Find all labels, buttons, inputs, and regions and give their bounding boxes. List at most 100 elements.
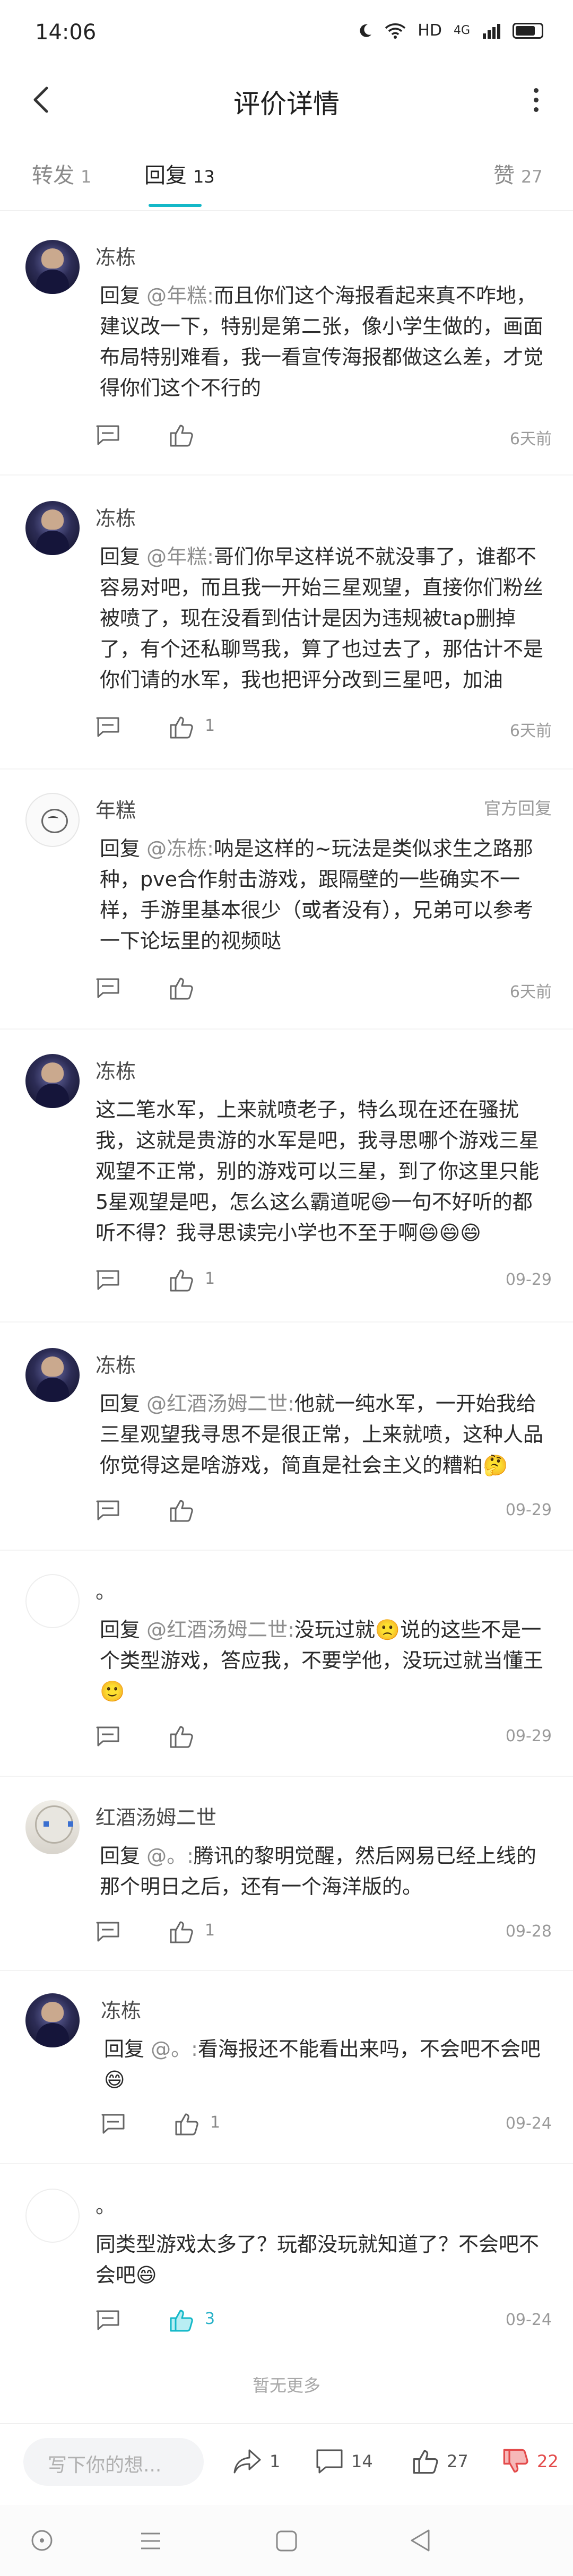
like-count: 1 [205, 716, 215, 735]
avatar[interactable] [25, 240, 80, 294]
username[interactable]: 冻栋 [96, 1055, 136, 1084]
divider [0, 1028, 573, 1030]
tab-bar: 转发 1 回复 13 赞 27 [0, 142, 573, 211]
username[interactable]: 冻栋 [96, 502, 136, 531]
share-button[interactable]: 1 [232, 2447, 280, 2476]
comment-actions: 6天前 [96, 420, 552, 452]
avatar[interactable] [25, 501, 80, 555]
divider [0, 474, 573, 476]
timestamp: 09-24 [505, 2114, 552, 2133]
username[interactable]: 冻栋 [101, 1994, 141, 2024]
reply-icon[interactable] [96, 1726, 120, 1747]
username[interactable]: 冻栋 [96, 241, 136, 270]
thumbs-up-icon [413, 2450, 438, 2474]
thumbs-up-icon[interactable] [169, 714, 194, 740]
reply-icon[interactable] [96, 1500, 120, 1521]
tab-repost[interactable]: 转发 1 [32, 158, 91, 189]
mention-link[interactable]: @。: [151, 2037, 198, 2061]
tab-count: 13 [193, 167, 215, 187]
comment-item: 年糕 官方回复 回复 @冻栋:呐是这样的~玩法是类似求生之路那种，pve合作射击… [0, 793, 573, 1016]
thumbs-up-icon[interactable] [169, 1724, 194, 1749]
timestamp: 6天前 [509, 722, 552, 740]
more-options-icon[interactable] [525, 81, 546, 118]
thumbs-up-icon-active[interactable] [169, 2307, 194, 2333]
reply-icon[interactable] [101, 2113, 125, 2134]
comment-actions: 09-29 [96, 1496, 552, 1527]
thumbs-up-icon[interactable] [169, 422, 194, 448]
timestamp: 09-24 [505, 2311, 552, 2329]
comment-text: 这二笔水军，上来就喷老子，特么现在还在骚扰我，这就是贵游的水军是吧，我寻思哪个游… [96, 1098, 540, 1244]
username[interactable]: 冻栋 [96, 1349, 136, 1378]
username[interactable]: 。 [96, 2190, 116, 2219]
timestamp: 09-29 [505, 1501, 552, 1519]
divider [0, 1550, 573, 1551]
battery-icon [513, 22, 543, 39]
comment-actions: 09-29 [96, 1722, 552, 1753]
comment-button[interactable]: 14 [315, 2447, 373, 2476]
username[interactable]: 红酒汤姆二世 [96, 1801, 216, 1830]
mention-link[interactable]: @。: [146, 1844, 194, 1868]
mention-link[interactable]: @年糕: [146, 545, 214, 568]
mention-link[interactable]: @年糕: [146, 284, 214, 307]
tab-replies[interactable]: 回复 13 [144, 158, 215, 189]
wifi-icon [385, 23, 406, 39]
comment-item: 红酒汤姆二世 回复 @。:腾讯的黎明觉醒，然后网易已经上线的那个明日之后，还有一… [0, 1800, 573, 1959]
status-time: 14:06 [35, 20, 97, 45]
comment-item: 冻栋 回复 @年糕:哥们你早这样说不就没事了，谁都不容易对吧，而且我一开始三星观… [0, 501, 573, 756]
reply-icon[interactable] [96, 1269, 120, 1291]
comment-icon [316, 2449, 343, 2474]
thumbs-up-icon[interactable] [169, 975, 194, 1001]
tab-likes[interactable]: 赞 27 [493, 158, 543, 189]
timestamp: 6天前 [509, 430, 552, 448]
divider [0, 1321, 573, 1322]
comment-count: 14 [351, 2451, 373, 2471]
tab-label: 赞 [493, 163, 515, 188]
comment-item: 。 同类型游戏太多了？玩都没玩就知道了？不会吧不会吧😄 3 09-24 [0, 2189, 573, 2358]
avatar[interactable] [25, 1574, 80, 1628]
comment-actions: 1 09-29 [96, 1265, 552, 1297]
comment-actions: 1 09-24 [101, 2109, 552, 2141]
comment-text: 回复 @年糕:哥们你早这样说不就没事了，谁都不容易对吧，而且我一开始三星观望，直… [100, 545, 544, 691]
comment-text: 回复 @红酒汤姆二世:他就一纯水军，一开始我给三星观望我寻思不是很正常，上来就喷… [100, 1392, 544, 1477]
thumbs-up-icon[interactable] [169, 1498, 194, 1523]
like-count: 27 [447, 2451, 468, 2471]
divider [0, 2163, 573, 2164]
comment-text: 回复 @年糕:而且你们这个海报看起来真不咋地，建议改一下，特别是第二张，像小学生… [100, 284, 544, 400]
comment-text: 回复 @。:腾讯的黎明觉醒，然后网易已经上线的那个明日之后，还有一个海洋版的。 [100, 1844, 536, 1898]
thumbs-up-icon[interactable] [169, 1267, 194, 1293]
comment-input[interactable]: 写下你的想... [23, 2438, 204, 2486]
like-count: 3 [205, 2310, 215, 2328]
bottom-action-bar: 写下你的想... 1 14 27 22 [0, 2423, 573, 2497]
like-button[interactable]: 27 [412, 2447, 468, 2476]
tab-label: 回复 [144, 163, 187, 188]
reply-icon[interactable] [96, 425, 120, 446]
thumbs-up-icon[interactable] [169, 1919, 194, 1944]
like-count: 1 [210, 2113, 221, 2132]
username[interactable]: 。 [96, 1575, 116, 1604]
username[interactable]: 年糕 [96, 794, 136, 823]
home-icon[interactable] [275, 2529, 298, 2553]
mention-link[interactable]: @红酒汤姆二世: [146, 1392, 294, 1415]
page-title: 评价详情 [233, 89, 340, 119]
back-nav-icon[interactable] [409, 2528, 432, 2553]
dislike-button[interactable]: 22 [502, 2447, 559, 2476]
thumbs-up-icon[interactable] [174, 2111, 199, 2137]
menu-icon[interactable] [139, 2530, 162, 2552]
mention-link[interactable]: @红酒汤姆二世: [146, 1618, 294, 1641]
avatar[interactable] [25, 1348, 80, 1402]
avatar[interactable] [25, 793, 80, 847]
avatar[interactable] [25, 1993, 80, 2047]
timestamp: 09-29 [505, 1727, 552, 1745]
reply-icon[interactable] [96, 978, 120, 999]
mention-link[interactable]: @冻栋: [146, 837, 214, 860]
reply-icon[interactable] [96, 716, 120, 738]
reply-icon[interactable] [96, 1921, 120, 1942]
app-header: 评价详情 [0, 68, 573, 132]
avatar[interactable] [25, 2189, 80, 2243]
assistant-icon[interactable] [30, 2528, 54, 2553]
share-count: 1 [270, 2451, 281, 2471]
reply-icon[interactable] [96, 2310, 120, 2331]
avatar[interactable] [25, 1054, 80, 1108]
status-icons: HD 4G [357, 21, 543, 40]
avatar[interactable] [25, 1800, 80, 1854]
